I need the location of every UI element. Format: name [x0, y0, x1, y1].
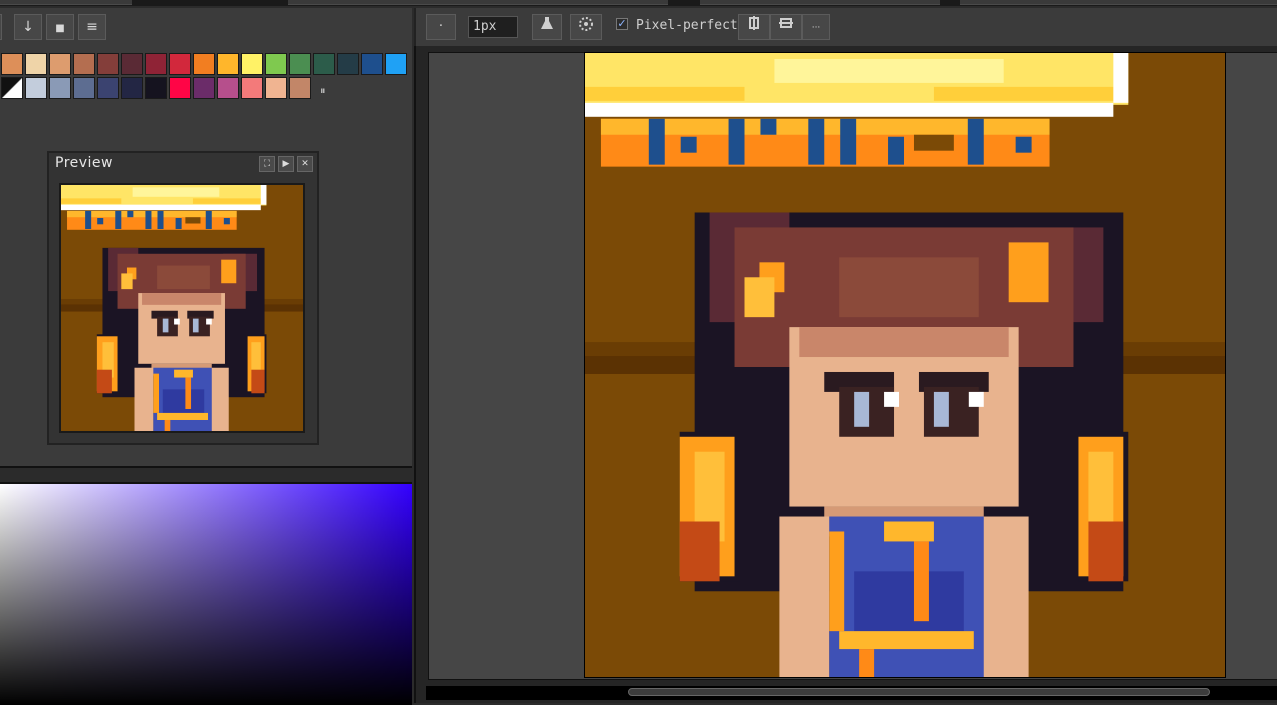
tab-segment	[0, 0, 132, 5]
palette-swatch[interactable]	[49, 53, 71, 75]
fullscreen-icon: ⛶	[263, 159, 271, 169]
page-icon: ■	[55, 23, 65, 34]
tab-segment	[288, 0, 668, 5]
palette-swatch[interactable]	[97, 53, 119, 75]
more-options-button[interactable]: ···	[802, 14, 830, 40]
palette-swatch[interactable]	[193, 53, 215, 75]
mirror-vertical-icon	[778, 18, 794, 35]
brush-size-input[interactable]: 1px	[468, 16, 518, 38]
palette-swatch-selected[interactable]	[1, 77, 23, 99]
ellipsis-icon: ···	[811, 23, 821, 33]
ink-button[interactable]	[532, 14, 562, 40]
pixel-perfect-checkbox[interactable]: ✓	[616, 18, 628, 30]
palette-swatch[interactable]	[217, 77, 239, 99]
preview-close-button[interactable]: ✕	[297, 156, 313, 172]
flask-icon	[539, 17, 555, 35]
preview-frame	[59, 183, 305, 433]
palette-swatch[interactable]	[193, 77, 215, 99]
palette-swatch[interactable]	[1, 53, 23, 75]
palette-swatch[interactable]	[385, 53, 407, 75]
palette-resize-grip[interactable]: ⏸	[320, 84, 328, 98]
mirror-horizontal-button[interactable]	[738, 14, 770, 40]
horizontal-scrollbar-thumb[interactable]	[628, 688, 1210, 696]
preview-fullscreen-button[interactable]: ⛶	[259, 156, 275, 172]
palette-swatch[interactable]	[241, 53, 263, 75]
sprite-artwork	[585, 53, 1225, 677]
palette-swatch[interactable]	[265, 53, 287, 75]
palette-swatch[interactable]	[361, 53, 383, 75]
top-strip	[0, 0, 1277, 6]
tab-segment	[960, 0, 1277, 5]
palette-swatch[interactable]	[121, 53, 143, 75]
down-arrow-icon: ↓	[22, 19, 34, 35]
layers-toolbar: ↓ ■ ≡	[0, 8, 412, 46]
palette-swatch[interactable]	[337, 53, 359, 75]
symmetry-button[interactable]	[570, 14, 602, 40]
palette-swatch[interactable]	[25, 77, 47, 99]
move-layer-down-button[interactable]: ↓	[14, 14, 42, 40]
palette-swatch[interactable]	[313, 53, 335, 75]
palette-swatch[interactable]	[241, 77, 263, 99]
layer-menu-button[interactable]: ≡	[78, 14, 106, 40]
palette-swatch[interactable]	[217, 53, 239, 75]
tab-segment	[700, 0, 940, 5]
panel-divider	[0, 466, 412, 480]
pixel-perfect-label: Pixel-perfect	[636, 18, 738, 33]
palette-swatch[interactable]	[265, 77, 287, 99]
palette-swatch[interactable]	[25, 53, 47, 75]
dot-icon: ·	[438, 19, 444, 34]
brush-shape-button[interactable]: ·	[426, 14, 456, 40]
palette-swatch[interactable]	[97, 77, 119, 99]
palette-swatch[interactable]	[145, 53, 167, 75]
palette-swatch[interactable]	[121, 77, 143, 99]
palette-swatch[interactable]	[169, 77, 191, 99]
palette-swatch[interactable]	[289, 53, 311, 75]
play-icon: ▶	[282, 159, 290, 169]
new-frame-button[interactable]: ■	[46, 14, 74, 40]
palette-swatch[interactable]	[73, 53, 95, 75]
mirror-vertical-button[interactable]	[770, 14, 802, 40]
drawing-canvas[interactable]	[584, 52, 1226, 678]
palette-swatch[interactable]	[169, 53, 191, 75]
sparkle-icon	[577, 17, 595, 37]
tool-options-bar: · 1px ✓ Pixel-perfect ···	[414, 8, 1277, 46]
menu-icon: ≡	[86, 19, 98, 35]
layer-button[interactable]	[0, 14, 2, 40]
palette-swatch[interactable]	[289, 77, 311, 99]
close-icon: ✕	[301, 159, 309, 169]
mirror-icon	[746, 16, 762, 35]
preview-title: Preview	[55, 155, 113, 171]
palette-swatch[interactable]	[145, 77, 167, 99]
preview-window: Preview ⛶ ▶ ✕	[47, 151, 319, 445]
preview-play-button[interactable]: ▶	[278, 156, 294, 172]
palette-swatch[interactable]	[49, 77, 71, 99]
palette-swatch[interactable]	[73, 77, 95, 99]
check-icon: ✓	[617, 17, 627, 30]
color-picker-gradient[interactable]	[0, 482, 412, 705]
preview-sprite	[61, 185, 303, 431]
